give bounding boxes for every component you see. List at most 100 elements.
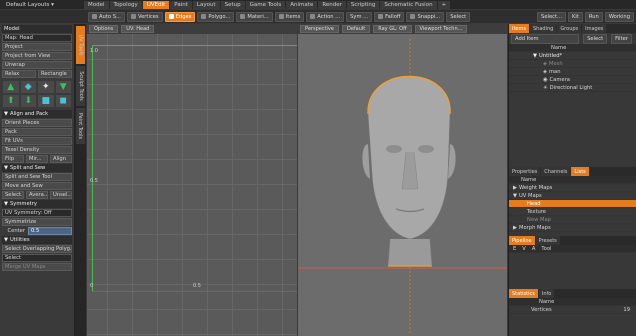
center-input[interactable]: 0.5 bbox=[28, 227, 72, 235]
kit-button[interactable]: Kit bbox=[567, 11, 583, 22]
symmetry-header[interactable]: ▼ Symmetry bbox=[2, 200, 72, 208]
item-untitled[interactable]: ▼ Untitled* bbox=[509, 52, 636, 60]
flip-button[interactable]: Flip bbox=[2, 155, 24, 163]
tab-uv-tools[interactable]: UV Tools bbox=[76, 26, 85, 64]
add-item-dropdown[interactable]: Add Item bbox=[511, 33, 580, 44]
tab-lists[interactable]: Lists bbox=[571, 167, 589, 176]
move-sew-button[interactable]: Move and Sew bbox=[2, 182, 72, 190]
arrow-down-icon[interactable]: ⬇ bbox=[20, 95, 36, 107]
cube-alt-icon[interactable]: ◼ bbox=[55, 95, 71, 107]
list-weight-maps[interactable]: ▶ Weight Maps bbox=[509, 184, 636, 192]
select-items-button[interactable]: Select bbox=[583, 33, 608, 44]
select-overlapping-button[interactable]: Select Overlapping Polyg... bbox=[2, 245, 72, 253]
mirror-button[interactable]: Mir... bbox=[26, 155, 48, 163]
tab-shading[interactable]: Shading bbox=[530, 24, 557, 33]
tab-pipeline[interactable]: Pipeline bbox=[509, 236, 535, 245]
tab-layout[interactable]: Layout bbox=[192, 0, 220, 9]
working-button[interactable]: Working bbox=[604, 11, 634, 22]
run-button[interactable]: Run bbox=[584, 11, 603, 22]
tab-game-tools[interactable]: Game Tools bbox=[245, 0, 286, 9]
arrow-up-icon[interactable]: ⬆ bbox=[3, 95, 19, 107]
tab-sculpt-tools[interactable]: Sculpt Tools bbox=[76, 66, 85, 106]
project-button[interactable]: Project bbox=[2, 43, 72, 51]
item-camera[interactable]: ◉ Camera bbox=[509, 76, 636, 84]
uv-viewport[interactable]: Options UV: Head 1.0 0.5 0 0.5 bbox=[87, 24, 297, 336]
tab-images[interactable]: Images bbox=[582, 24, 607, 33]
pack-button[interactable]: Pack bbox=[2, 128, 72, 136]
polygons-mode-button[interactable]: Polygo... bbox=[197, 11, 235, 22]
texel-density-button[interactable]: Texel Density bbox=[2, 146, 72, 154]
tab-schematic-fusion[interactable]: Schematic Fusion bbox=[380, 0, 437, 9]
project-from-view-button[interactable]: Project from View bbox=[2, 52, 72, 60]
falloff-button[interactable]: Falloff bbox=[374, 11, 405, 22]
tab-statistics[interactable]: Statistics bbox=[509, 289, 538, 298]
item-man[interactable]: ◈ man bbox=[509, 68, 636, 76]
default-dropdown[interactable]: Default bbox=[341, 25, 371, 33]
uv-map-selector[interactable]: Map: Head bbox=[2, 34, 72, 42]
item-light[interactable]: ☀ Directional Light bbox=[509, 84, 636, 92]
merge-uv-maps-button[interactable]: Merge UV Maps bbox=[2, 263, 72, 271]
move-uv-icon[interactable]: ▲ bbox=[3, 81, 19, 93]
layouts-dropdown[interactable]: Default Layouts ▾ bbox=[0, 2, 84, 8]
unselect-button[interactable]: Unsel... bbox=[50, 191, 72, 199]
average-button[interactable]: Avera... bbox=[26, 191, 48, 199]
tab-channels[interactable]: Channels bbox=[541, 167, 571, 176]
tab-animate[interactable]: Animate bbox=[286, 0, 318, 9]
list-uv-head[interactable]: Head bbox=[509, 200, 636, 208]
symmetry-button[interactable]: Sym ... bbox=[346, 11, 373, 22]
edges-mode-button[interactable]: Edges bbox=[164, 11, 196, 22]
symmetrize-button[interactable]: Symmetrize bbox=[2, 218, 72, 226]
fit-uv-icon[interactable]: ▼ bbox=[55, 81, 71, 93]
viewport-technique-dropdown[interactable]: Viewport Techn... bbox=[414, 25, 468, 33]
uv-symmetry-dropdown[interactable]: UV Symmetry: Off bbox=[2, 209, 72, 217]
tab-topology[interactable]: Topology bbox=[109, 0, 142, 9]
add-tab-button[interactable]: + bbox=[437, 0, 451, 9]
align-button[interactable]: Align bbox=[50, 155, 72, 163]
tab-presets[interactable]: Presets bbox=[535, 236, 560, 245]
list-new-map[interactable]: New Map bbox=[509, 216, 636, 224]
tab-info[interactable]: Info bbox=[538, 289, 555, 298]
list-uv-texture[interactable]: Texture bbox=[509, 208, 636, 216]
scale-uv-icon[interactable]: ✦ bbox=[38, 81, 54, 93]
fit-uvs-button[interactable]: Fit UVs bbox=[2, 137, 72, 145]
split-sew-tool-button[interactable]: Split and Sew Tool bbox=[2, 173, 72, 181]
list-uv-maps[interactable]: ▼ UV Maps bbox=[509, 192, 636, 200]
tab-paint-tools[interactable]: Paint Tools bbox=[76, 108, 85, 144]
tab-render[interactable]: Render bbox=[318, 0, 346, 9]
uv-options-button[interactable]: Options bbox=[89, 25, 119, 33]
rectangle-button[interactable]: Rectangle bbox=[38, 70, 72, 78]
select-button[interactable]: Select bbox=[446, 11, 471, 22]
align-pack-header[interactable]: ▼ Align and Pack bbox=[2, 110, 72, 118]
list-morph-maps[interactable]: ▶ Morph Maps bbox=[509, 224, 636, 232]
vertices-mode-button[interactable]: Vertices bbox=[126, 11, 163, 22]
orient-pieces-button[interactable]: Orient Pieces bbox=[2, 119, 72, 127]
action-center-button[interactable]: Action ... bbox=[306, 11, 345, 22]
select-dropdown[interactable]: Select... bbox=[2, 191, 24, 199]
stats-vertices-row[interactable]: Vertices 19 bbox=[509, 306, 636, 314]
materials-mode-button[interactable]: Materi... bbox=[236, 11, 273, 22]
utilities-header[interactable]: ▼ Utilities bbox=[2, 236, 72, 244]
tab-properties[interactable]: Properties bbox=[509, 167, 541, 176]
ray-gl-toggle[interactable]: Ray GL: Off bbox=[373, 25, 412, 33]
perspective-dropdown[interactable]: Perspective bbox=[300, 25, 339, 33]
unwrap-button[interactable]: Unwrap bbox=[2, 61, 72, 69]
select-dropdown-2[interactable]: Select bbox=[2, 254, 72, 262]
tab-uvedit[interactable]: UVEdit bbox=[142, 0, 170, 9]
item-mesh[interactable]: ◈ Mesh bbox=[509, 60, 636, 68]
tab-groups[interactable]: Groups bbox=[557, 24, 582, 33]
perspective-viewport[interactable]: Perspective Default Ray GL: Off Viewport… bbox=[298, 24, 507, 336]
tab-scripting[interactable]: Scripting bbox=[346, 0, 380, 9]
snapping-button[interactable]: Snappi... bbox=[406, 11, 445, 22]
uv-map-dropdown[interactable]: UV: Head bbox=[121, 25, 155, 33]
filter-button[interactable]: Filter bbox=[611, 33, 632, 44]
rotate-uv-icon[interactable]: ◆ bbox=[20, 81, 36, 93]
tab-model[interactable]: Model bbox=[84, 0, 109, 9]
tab-items[interactable]: Items bbox=[509, 24, 529, 33]
split-sew-header[interactable]: ▼ Split and Sew bbox=[2, 164, 72, 172]
auto-select-button[interactable]: Auto S... bbox=[88, 11, 125, 22]
cube-icon[interactable]: ■ bbox=[38, 95, 54, 107]
items-mode-button[interactable]: Items bbox=[274, 11, 305, 22]
tab-setup[interactable]: Setup bbox=[220, 0, 245, 9]
tab-paint[interactable]: Paint bbox=[170, 0, 192, 9]
relax-button[interactable]: Relax bbox=[2, 70, 36, 78]
